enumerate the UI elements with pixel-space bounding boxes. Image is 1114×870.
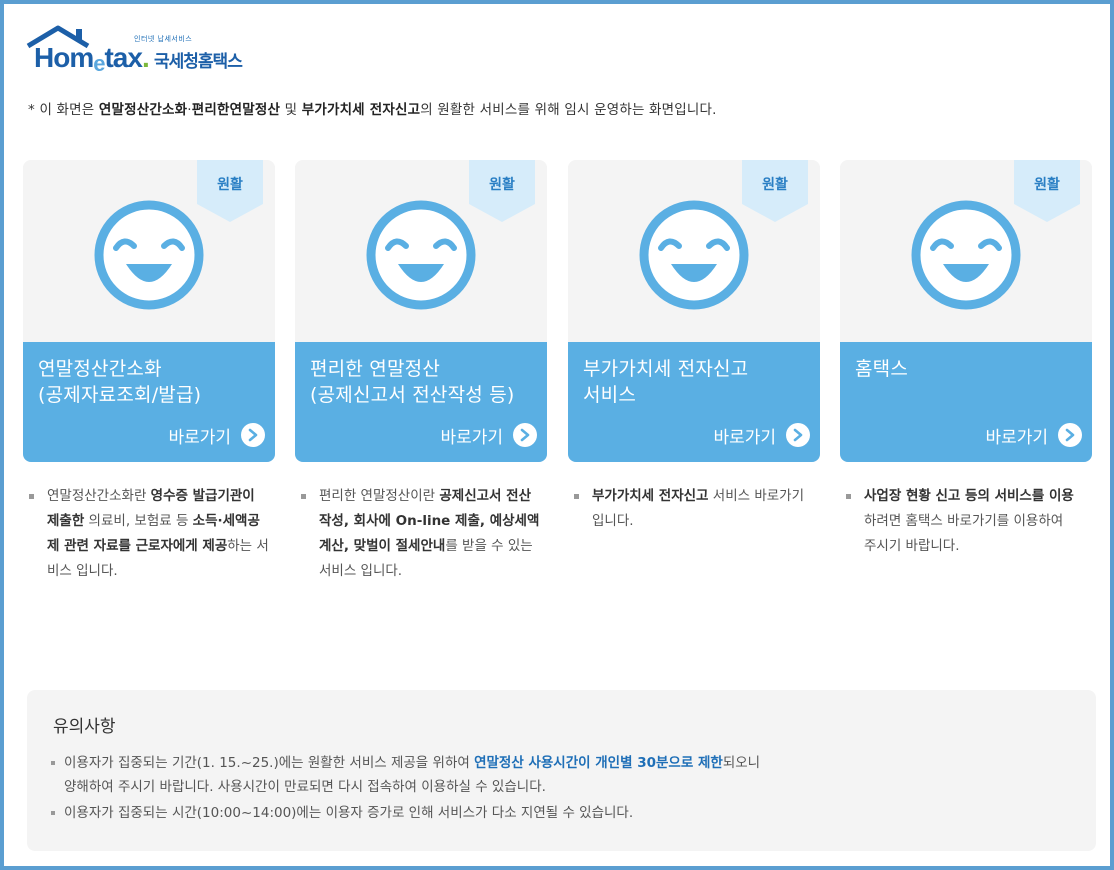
card-description: 사업장 현황 신고 등의 서비스를 이용하려면 홈택스 바로가기를 이용하여 주… (846, 484, 1076, 559)
card-hometax[interactable]: 원활 홈택스 바로가기 (840, 160, 1092, 462)
card-convenient-yearend[interactable]: 원활 편리한 연말정산 (공제신고서 전산작성 등) 바로가기 (295, 160, 547, 462)
go-link-button[interactable]: 바로가기 (985, 422, 1082, 448)
card-description: 편리한 연말정산이란 공제신고서 전산작성, 회사에 On-line 제출, 예… (301, 484, 541, 584)
bullet-icon (29, 494, 34, 499)
page-frame: 인터넷 납세서비스 Hometax. 국세청홈택스 * 이 화면은 연말정산간소… (0, 0, 1114, 870)
chevron-right-icon (513, 423, 537, 447)
status-badge: 원활 (217, 177, 243, 193)
card-title: 편리한 연말정산 (공제신고서 전산작성 등) (310, 358, 515, 406)
bullet-icon (51, 811, 55, 815)
logo-name: 국세청홈택스 (154, 52, 243, 72)
go-link-button[interactable]: 바로가기 (440, 422, 537, 448)
card-yearend-simplified[interactable]: 원활 연말정산간소화 (공제자료조회/발급) 바로가기 (23, 160, 275, 462)
notice-text: * 이 화면은 연말정산간소화·편리한연말정산 및 부가가치세 전자신고의 원활… (28, 102, 717, 118)
caution-title: 유의사항 (53, 717, 116, 737)
card-description: 부가가치세 전자신고 서비스 바로가기 입니다. (574, 484, 804, 534)
description-text: 부가가치세 전자신고 서비스 바로가기 입니다. (592, 488, 805, 529)
status-badge: 원활 (489, 177, 515, 193)
card-description: 연말정산간소화란 영수증 발급기관이 제출한 의료비, 보험료 등 소득·세액공… (29, 484, 269, 584)
description-text: 연말정산간소화란 영수증 발급기관이 제출한 의료비, 보험료 등 소득·세액공… (47, 488, 269, 579)
bullet-icon (846, 494, 851, 499)
card-bottom: 연말정산간소화 (공제자료조회/발급) 바로가기 (23, 342, 275, 462)
card-bottom: 편리한 연말정산 (공제신고서 전산작성 등) 바로가기 (295, 342, 547, 462)
go-link-button[interactable]: 바로가기 (168, 422, 265, 448)
smiley-icon (639, 200, 749, 310)
description-text: 편리한 연말정산이란 공제신고서 전산작성, 회사에 On-line 제출, 예… (319, 488, 540, 579)
hometax-logo[interactable]: 인터넷 납세서비스 Hometax. 국세청홈택스 (24, 24, 264, 76)
smiley-icon (911, 200, 1021, 310)
smiley-icon (366, 200, 476, 310)
caution-text: 이용자가 집중되는 시간(10:00~14:00)에는 이용자 증가로 인해 서… (64, 805, 634, 821)
description-text: 사업장 현황 신고 등의 서비스를 이용하려면 홈택스 바로가기를 이용하여 주… (864, 488, 1074, 554)
card-title: 부가가치세 전자신고 서비스 (583, 358, 749, 406)
go-link-button[interactable]: 바로가기 (713, 422, 810, 448)
caution-item: 이용자가 집중되는 기간(1. 15.~25.)에는 원활한 서비스 제공을 위… (51, 751, 931, 799)
logo-wordmark: Hometax. (34, 42, 150, 76)
status-badge: 원활 (762, 177, 788, 193)
card-bottom: 부가가치세 전자신고 서비스 바로가기 (568, 342, 820, 462)
chevron-right-icon (241, 423, 265, 447)
caution-box: 유의사항 이용자가 집중되는 기간(1. 15.~25.)에는 원활한 서비스 … (27, 690, 1096, 851)
chevron-right-icon (1058, 423, 1082, 447)
card-title: 홈택스 (855, 358, 909, 380)
bullet-icon (301, 494, 306, 499)
card-title: 연말정산간소화 (공제자료조회/발급) (38, 358, 202, 406)
caution-item: 이용자가 집중되는 시간(10:00~14:00)에는 이용자 증가로 인해 서… (51, 801, 931, 825)
card-vat-efiling[interactable]: 원활 부가가치세 전자신고 서비스 바로가기 (568, 160, 820, 462)
card-bottom: 홈택스 바로가기 (840, 342, 1092, 462)
chevron-right-icon (786, 423, 810, 447)
caution-text: 이용자가 집중되는 기간(1. 15.~25.)에는 원활한 서비스 제공을 위… (64, 755, 761, 795)
bullet-icon (574, 494, 579, 499)
smiley-icon (94, 200, 204, 310)
status-badge: 원활 (1034, 177, 1060, 193)
bullet-icon (51, 761, 55, 765)
